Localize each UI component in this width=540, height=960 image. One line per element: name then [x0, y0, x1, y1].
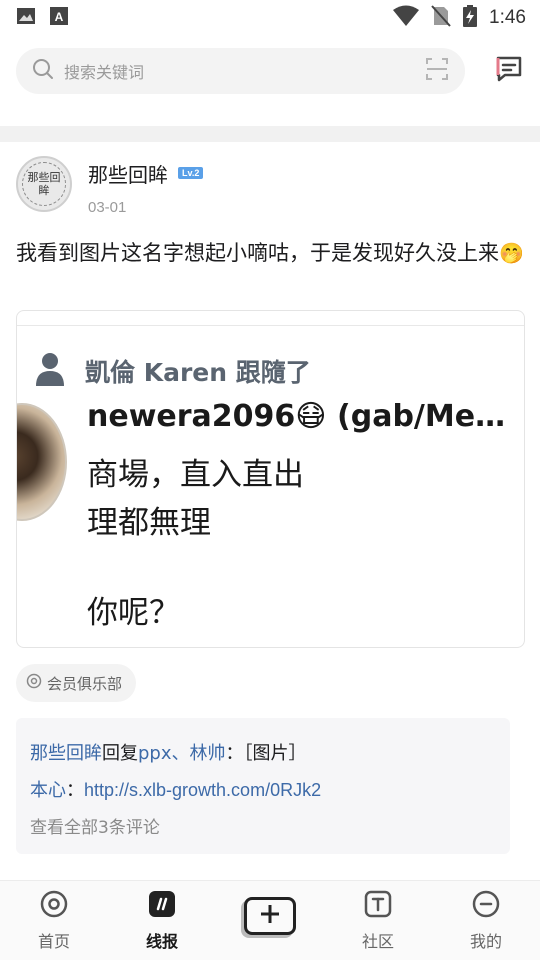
post-date: 03-01 [88, 199, 127, 216]
image-line-1: 商場，直入直出 [87, 457, 304, 493]
bottom-nav: 首页 线报 社区 我的 [0, 880, 540, 960]
reply-word: 回复 [102, 743, 138, 764]
person-icon [35, 351, 65, 391]
publish-button[interactable] [244, 896, 296, 935]
club-tag-label: 会员俱乐部 [47, 674, 123, 693]
comment-text: ［图片］ [243, 743, 307, 764]
battery-charging-icon [463, 5, 478, 31]
community-icon [364, 890, 392, 922]
status-bar: A 1:46 [0, 0, 540, 36]
image-profile-photo [17, 403, 67, 521]
comment-author[interactable]: 那些回眸 [30, 743, 102, 764]
image-divider [17, 325, 524, 326]
nav-label: 线报 [145, 931, 178, 951]
search-row: 搜索关键词 [16, 48, 526, 94]
nav-label: 首页 [37, 931, 70, 951]
reply-target[interactable]: ppx、林帅 [138, 743, 226, 764]
avatar[interactable]: 那些回眸 [16, 156, 72, 212]
nav-label: 我的 [469, 931, 502, 951]
post-emoji: 🤭 [499, 241, 524, 265]
image-follow-row: 凱倫 Karen 跟隨了 [35, 351, 311, 391]
nav-label: 社区 [361, 931, 394, 951]
nav-news[interactable]: 线报 [108, 881, 216, 960]
comment-link[interactable]: http://s.xlb-growth.com/0RJk2 [84, 780, 321, 800]
image-icon [16, 6, 36, 30]
image-handle: newera2096😷 (gab/Me… [87, 399, 506, 434]
no-sim-icon [431, 5, 451, 31]
nav-publish[interactable] [216, 881, 324, 960]
club-icon [26, 673, 42, 693]
comments-box[interactable]: 那些回眸回复ppx、林帅：［图片］ 本心：http://s.xlb-growth… [16, 718, 510, 854]
search-icon [32, 58, 54, 84]
scan-icon[interactable] [425, 57, 449, 85]
club-tag[interactable]: 会员俱乐部 [16, 664, 137, 702]
image-line-2: 理都無理 [87, 505, 211, 541]
comment-1: 那些回眸回复ppx、林帅：［图片］ [30, 736, 496, 772]
profile-icon [472, 890, 500, 922]
wifi-icon [393, 5, 420, 31]
section-divider [0, 126, 540, 142]
comment-author[interactable]: 本心 [30, 780, 66, 801]
view-all-comments[interactable]: 查看全部3条评论 [30, 809, 496, 847]
author-name[interactable]: 那些回眸 [88, 159, 168, 188]
post-body: 我看到图片这名字想起小嘀咕，于是发现好久没上来 [16, 241, 499, 265]
nav-community[interactable]: 社区 [324, 881, 432, 960]
add-icon [259, 903, 281, 929]
a-icon: A [50, 6, 68, 30]
home-circle-icon [40, 890, 68, 922]
comment-sep: ： [66, 780, 84, 801]
search-input[interactable]: 搜索关键词 [16, 48, 465, 94]
image-line-3: 你呢？ [87, 595, 180, 631]
nav-me[interactable]: 我的 [432, 881, 540, 960]
message-icon [493, 53, 525, 89]
comment-2: 本心：http://s.xlb-growth.com/0RJk2 [30, 772, 496, 809]
avatar-text: 那些回眸 [22, 162, 66, 206]
clock: 1:46 [489, 7, 526, 28]
comment-sep: ： [225, 743, 244, 764]
news-icon [148, 890, 176, 922]
search-placeholder: 搜索关键词 [64, 63, 145, 82]
post-text: 我看到图片这名字想起小嘀咕，于是发现好久没上来🤭 [16, 238, 526, 268]
post-image[interactable]: 凱倫 Karen 跟隨了 newera2096😷 (gab/Me… 商場，直入直… [16, 310, 525, 648]
level-badge: Lv.2 [178, 167, 204, 179]
image-follow-text: 凱倫 Karen 跟隨了 [85, 358, 311, 387]
nav-home[interactable]: 首页 [0, 881, 108, 960]
message-button[interactable] [492, 54, 526, 88]
author-row: 那些回眸 那些回眸 Lv.2 03-01 [16, 156, 204, 216]
svg-text:A: A [55, 10, 64, 24]
